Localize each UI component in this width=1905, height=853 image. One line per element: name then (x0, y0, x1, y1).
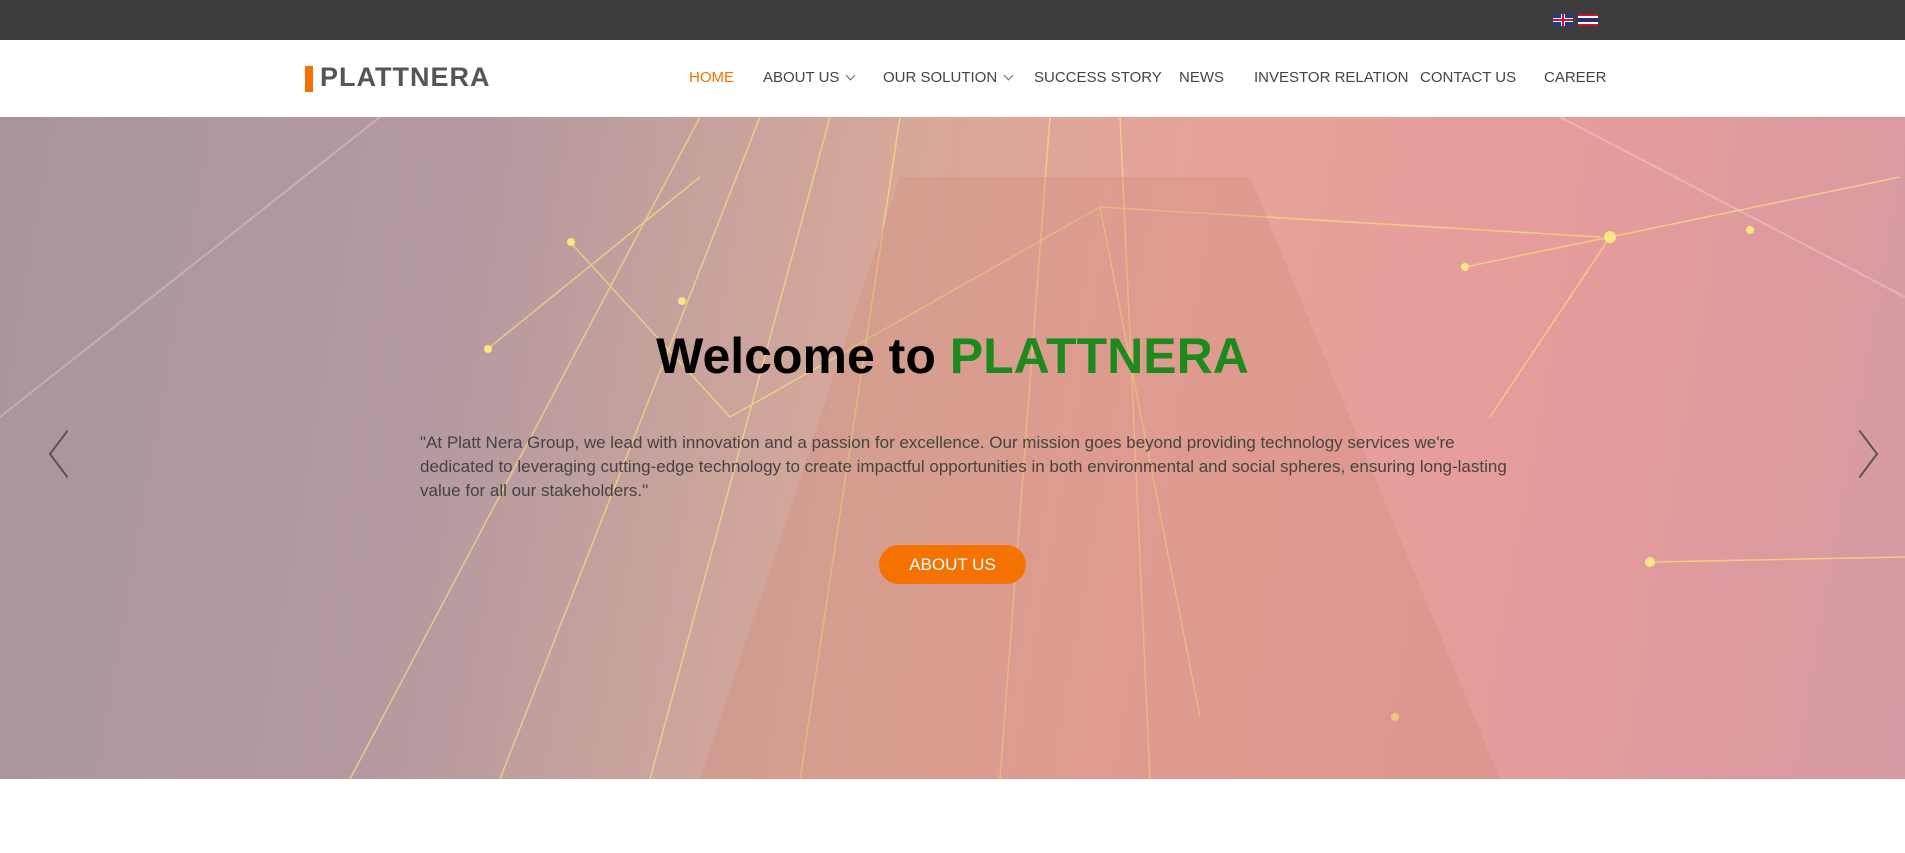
hero-slider: Welcome to PLATTNERA "At Platt Nera Grou… (0, 117, 1905, 779)
chevron-down-icon (845, 70, 856, 81)
hero-title: Welcome to PLATTNERA (0, 327, 1905, 385)
nav-label: OUR SOLUTION (883, 69, 998, 86)
thai-flag-icon[interactable] (1578, 14, 1598, 26)
nav-news[interactable]: NEWS (1179, 69, 1224, 86)
nav-our-solution[interactable]: OUR SOLUTION (883, 69, 1014, 86)
top-bar (0, 0, 1905, 40)
header: PLATTNERA HOME ABOUT US OUR SOLUTION SUC… (0, 40, 1905, 117)
chevron-down-icon (1003, 70, 1014, 81)
logo-mark (305, 66, 313, 92)
about-us-button[interactable]: ABOUT US (879, 545, 1026, 584)
nav-career[interactable]: CAREER (1544, 69, 1607, 86)
uk-flag-icon[interactable] (1553, 14, 1573, 26)
nav-contact-us[interactable]: CONTACT US (1420, 69, 1516, 86)
hero-description: "At Platt Nera Group, we lead with innov… (420, 433, 1507, 500)
nav-label: ABOUT US (763, 69, 840, 86)
nav-about-us[interactable]: ABOUT US (763, 69, 856, 86)
nav-investor-relation[interactable]: INVESTOR RELATION (1254, 69, 1408, 86)
logo[interactable]: PLATTNERA (320, 62, 491, 93)
hero-title-brand: PLATTNERA (949, 328, 1249, 384)
hero-title-prefix: Welcome to (656, 328, 936, 384)
nav-success-story[interactable]: SUCCESS STORY (1034, 69, 1162, 86)
nav-home[interactable]: HOME (689, 69, 734, 86)
